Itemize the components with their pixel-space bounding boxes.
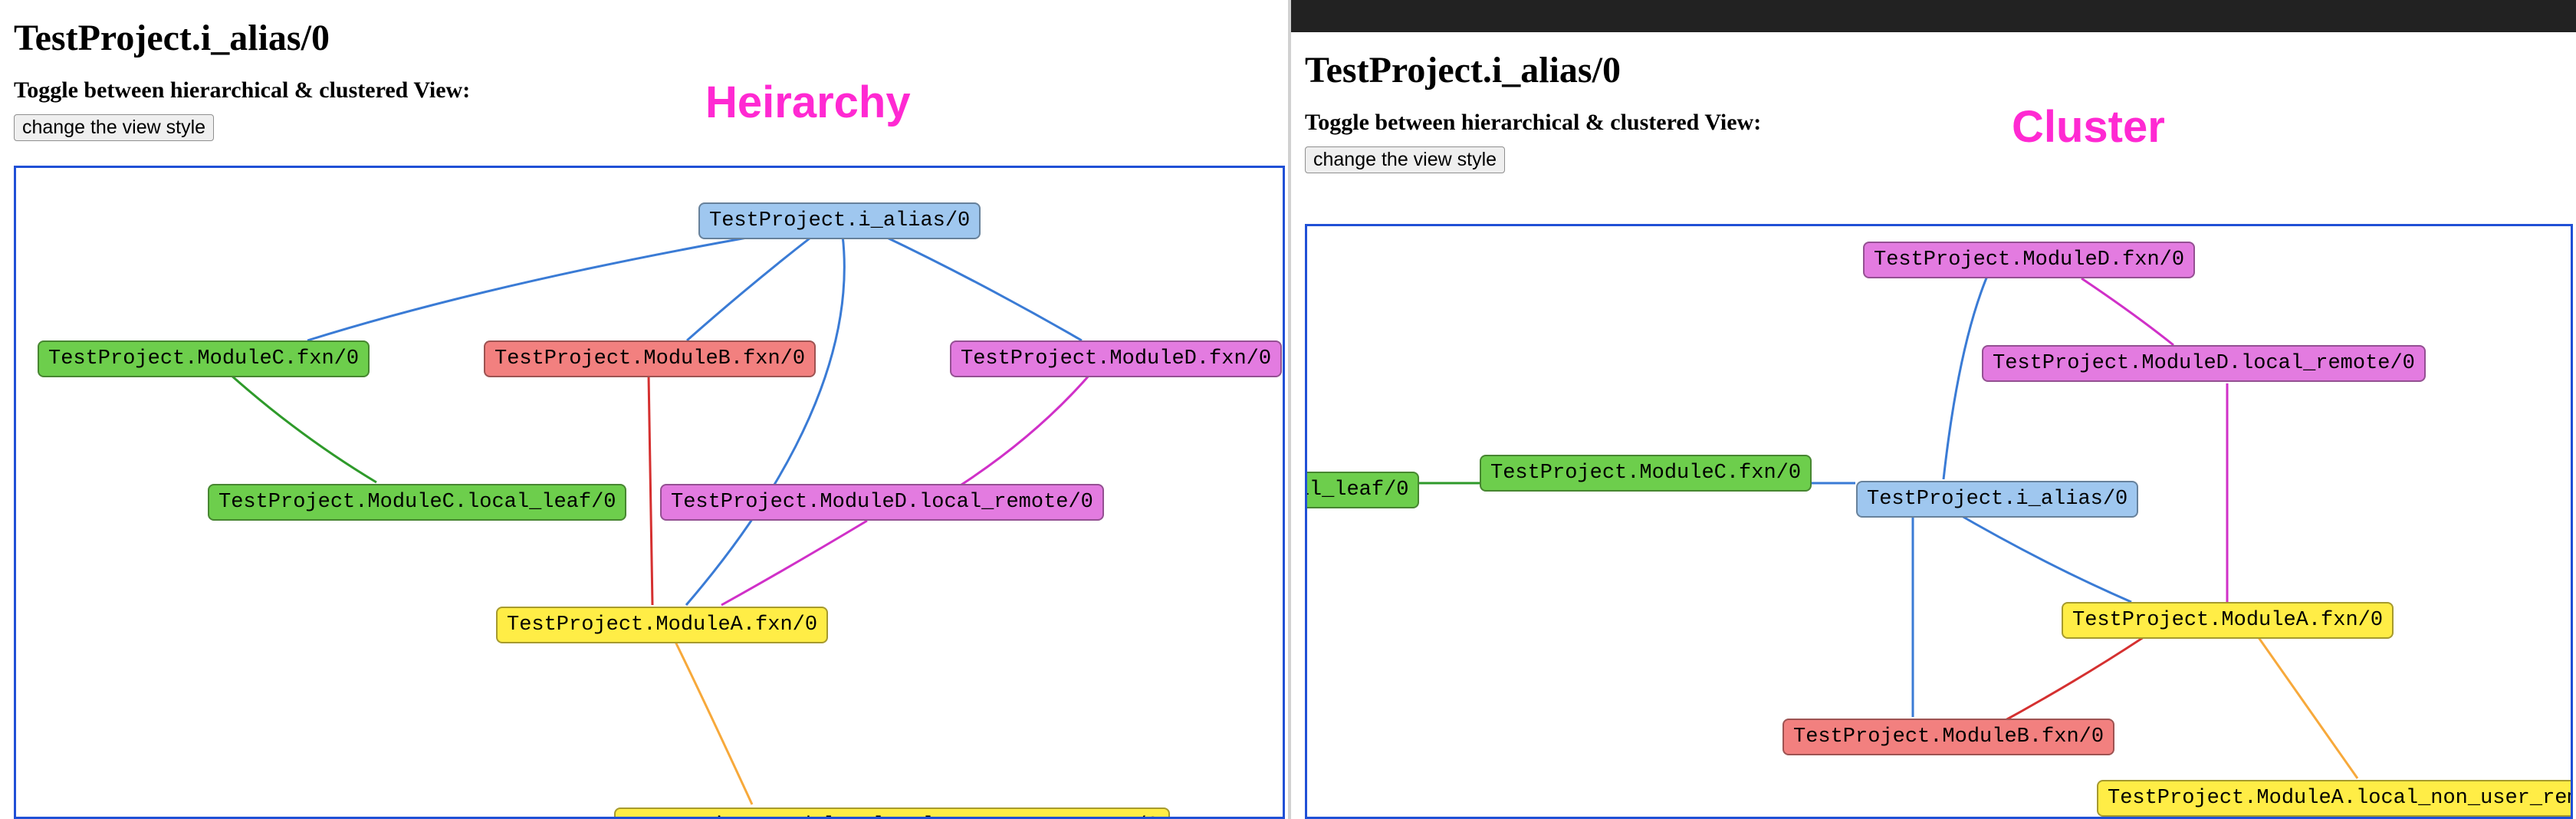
edge-aFxn-aRemote [2258, 636, 2358, 778]
node-dRemote[interactable]: TestProject.ModuleD.local_remote/0 [1982, 345, 2426, 382]
node-root[interactable]: TestProject.i_alias/0 [698, 202, 981, 239]
node-bFxn[interactable]: TestProject.ModuleB.fxn/0 [1783, 719, 2114, 755]
edge-root-cFxn [307, 235, 760, 340]
overlay-label-hierarchy: Heirarchy [705, 77, 911, 128]
hierarchy-graph[interactable]: TestProject.i_alias/0 TestProject.Module… [14, 166, 1285, 819]
node-dFxn[interactable]: TestProject.ModuleD.fxn/0 [1863, 242, 2195, 278]
edge-dFxn-dRemote [2082, 278, 2174, 345]
node-bFxn[interactable]: TestProject.ModuleB.fxn/0 [484, 340, 816, 377]
node-cFxn[interactable]: TestProject.ModuleC.fxn/0 [38, 340, 370, 377]
page-title: TestProject.i_alias/0 [1305, 49, 2562, 91]
edge-cFxn-cLeaf [231, 375, 376, 482]
edge-bFxn-aFxn [1997, 633, 2150, 725]
node-root[interactable]: TestProject.i_alias/0 [1856, 481, 2138, 518]
change-view-button[interactable]: change the view style [1305, 146, 1505, 173]
edge-root-dFxn [882, 235, 1082, 340]
toggle-heading: Toggle between hierarchical & clustered … [1305, 110, 2562, 136]
page-title: TestProject.i_alias/0 [14, 17, 1274, 59]
node-aRemote[interactable]: TestProject.ModuleA.local_non_user_remot… [2097, 780, 2573, 817]
edge-root-bFxn [687, 235, 813, 340]
node-aFxn[interactable]: TestProject.ModuleA.fxn/0 [2062, 602, 2394, 639]
node-cLeaf[interactable]: TestProject.ModuleC.local_leaf/0 [1305, 472, 1419, 508]
browser-topbar [1291, 0, 2576, 32]
edge-root-aFxn [1951, 510, 2131, 602]
change-view-button[interactable]: change the view style [14, 114, 214, 141]
hierarchy-pane: TestProject.i_alias/0 Toggle between hie… [0, 0, 1288, 819]
node-aFxn[interactable]: TestProject.ModuleA.fxn/0 [496, 607, 828, 643]
cluster-pane: TestProject.i_alias/0 Toggle between hie… [1288, 0, 2576, 819]
cluster-graph[interactable]: TestProject.ModuleD.fxn/0 TestProject.Mo… [1305, 224, 2573, 819]
node-aRemote[interactable]: TestProject.ModuleA.local_non_user_remot… [614, 807, 1170, 819]
edge-bFxn-aFxn [649, 375, 652, 605]
edge-dFxn-dRemote [959, 375, 1089, 486]
edge-aFxn-aRemote [675, 642, 752, 804]
overlay-label-cluster: Cluster [2012, 101, 2165, 153]
node-dFxn[interactable]: TestProject.ModuleD.fxn/0 [950, 340, 1282, 377]
node-dRemote[interactable]: TestProject.ModuleD.local_remote/0 [660, 484, 1104, 521]
toggle-heading: Toggle between hierarchical & clustered … [14, 77, 1274, 104]
node-cLeaf[interactable]: TestProject.ModuleC.local_leaf/0 [208, 484, 626, 521]
node-cFxn[interactable]: TestProject.ModuleC.fxn/0 [1480, 455, 1812, 492]
